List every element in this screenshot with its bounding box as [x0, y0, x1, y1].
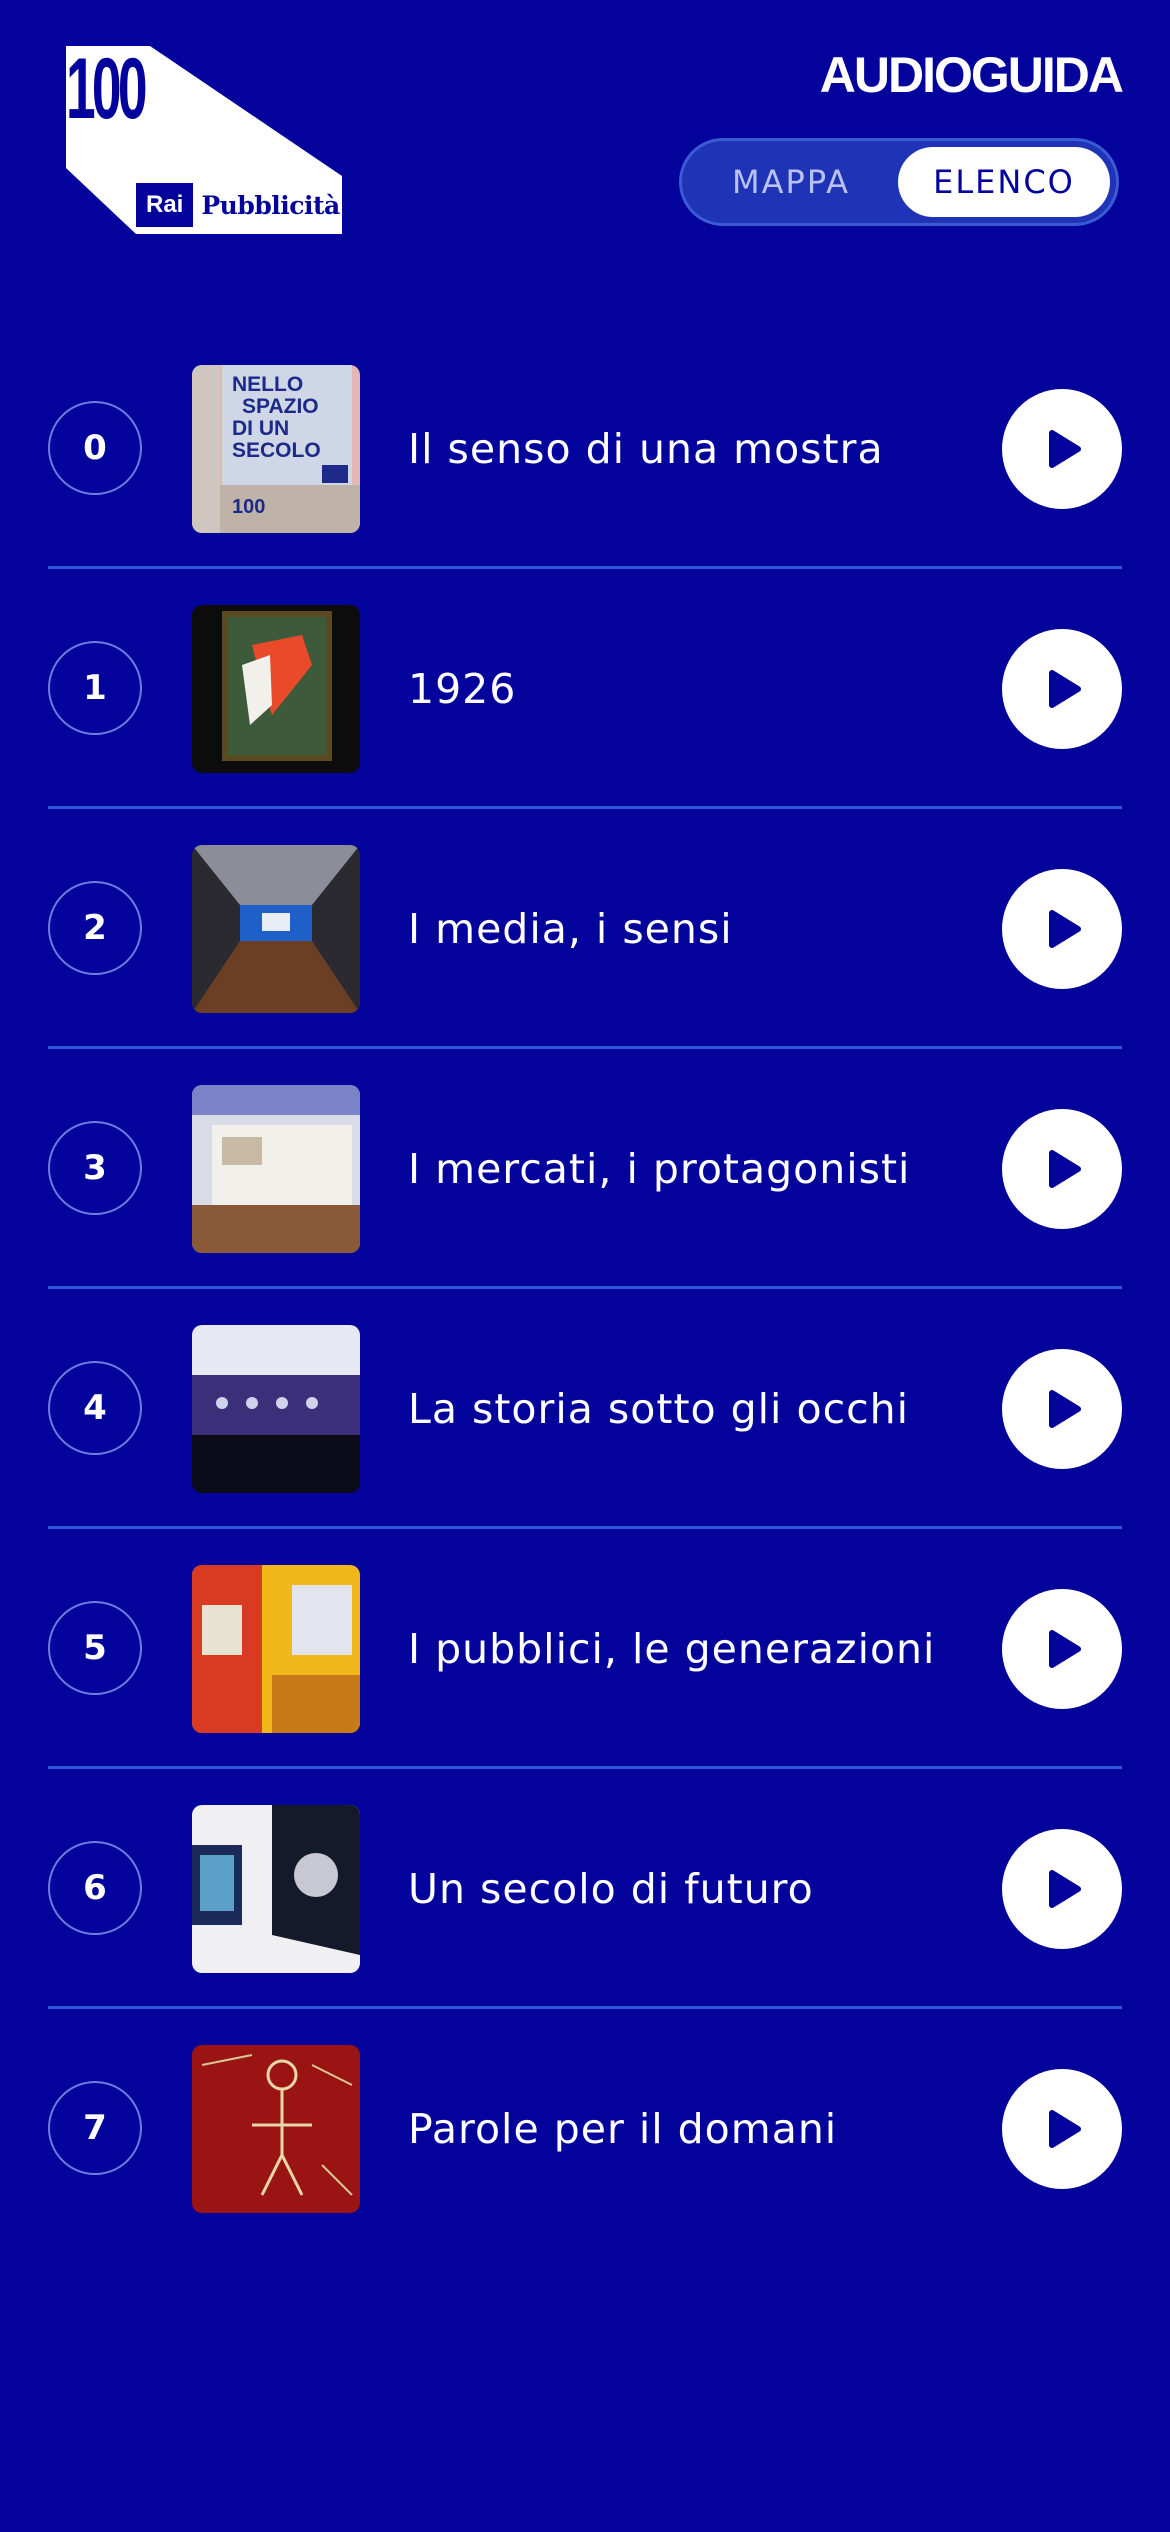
stop-title[interactable]: I mercati, i protagonisti	[408, 1139, 1008, 1199]
svg-text:SECOLO: SECOLO	[232, 439, 321, 462]
stop-title[interactable]: Un secolo di futuro	[408, 1859, 1008, 1919]
play-button[interactable]	[1002, 869, 1122, 989]
play-icon	[1049, 1150, 1081, 1188]
svg-text:DI UN: DI UN	[232, 417, 289, 440]
play-button[interactable]	[1002, 1349, 1122, 1469]
play-button[interactable]	[1002, 1589, 1122, 1709]
list-item: 7 Parole per il domani	[48, 2009, 1122, 2249]
stop-number: 0	[48, 401, 142, 495]
play-button[interactable]	[1002, 2069, 1122, 2189]
stop-number: 5	[48, 1601, 142, 1695]
play-icon	[1049, 2110, 1081, 2148]
logo-number: 100	[66, 41, 148, 137]
play-icon	[1049, 1630, 1081, 1668]
stop-title[interactable]: La storia sotto gli occhi	[408, 1379, 1008, 1439]
stop-thumbnail	[192, 1565, 360, 1733]
stop-thumbnail: NELLO SPAZIO DI UN SECOLO 100	[192, 365, 360, 533]
stop-number: 6	[48, 1841, 142, 1935]
list-item: 2 I media, i sensi	[48, 809, 1122, 1049]
stop-number: 3	[48, 1121, 142, 1215]
list-item: 0 NELLO SPAZIO DI UN SECOLO 100 Il senso…	[48, 329, 1122, 569]
play-icon	[1049, 430, 1081, 468]
stop-title[interactable]: I pubblici, le generazioni	[408, 1619, 1008, 1679]
list-item: 3 I mercati, i protagonisti	[48, 1049, 1122, 1289]
list-item: 4 La storia sotto gli occhi	[48, 1289, 1122, 1529]
svg-text:SPAZIO: SPAZIO	[242, 395, 319, 418]
stop-title[interactable]: Il senso di una mostra	[408, 419, 1008, 479]
play-icon	[1049, 910, 1081, 948]
stop-thumbnail	[192, 1805, 360, 1973]
toggle-elenco[interactable]: ELENCO	[898, 147, 1110, 217]
stop-thumbnail	[192, 605, 360, 773]
logo-rai-text: Rai	[136, 183, 194, 227]
svg-text:NELLO: NELLO	[232, 373, 303, 396]
logo-pubblicita-text: Pubblicità	[201, 190, 340, 220]
play-icon	[1049, 670, 1081, 708]
toggle-mappa[interactable]: MAPPA	[688, 147, 894, 217]
stop-thumbnail	[192, 1325, 360, 1493]
stop-number: 4	[48, 1361, 142, 1455]
play-button[interactable]	[1002, 629, 1122, 749]
stop-number: 7	[48, 2081, 142, 2175]
logo-badge: Rai Pubblicità	[136, 176, 342, 234]
play-button[interactable]	[1002, 1109, 1122, 1229]
stop-number: 2	[48, 881, 142, 975]
list-item: 6 Un secolo di futuro	[48, 1769, 1122, 2009]
stop-number: 1	[48, 641, 142, 735]
audio-stop-list: 0 NELLO SPAZIO DI UN SECOLO 100 Il senso…	[48, 329, 1122, 2249]
page-title: AUDIOGUIDA	[819, 47, 1124, 103]
stop-title[interactable]: Parole per il domani	[408, 2099, 1008, 2159]
play-icon	[1049, 1390, 1081, 1428]
play-button[interactable]	[1002, 389, 1122, 509]
list-item: 5 I pubblici, le generazioni	[48, 1529, 1122, 1769]
play-icon	[1049, 1870, 1081, 1908]
stop-thumbnail	[192, 845, 360, 1013]
stop-thumbnail	[192, 2045, 360, 2213]
stop-title[interactable]: 1926	[408, 659, 1008, 719]
stop-thumbnail	[192, 1085, 360, 1253]
rai-pubblicita-100-logo: 100 Rai Pubblicità	[66, 46, 342, 236]
stop-title[interactable]: I media, i sensi	[408, 899, 1008, 959]
list-item: 1 1926	[48, 569, 1122, 809]
view-toggle: MAPPA ELENCO	[679, 138, 1119, 226]
svg-text:100: 100	[232, 496, 265, 518]
play-button[interactable]	[1002, 1829, 1122, 1949]
